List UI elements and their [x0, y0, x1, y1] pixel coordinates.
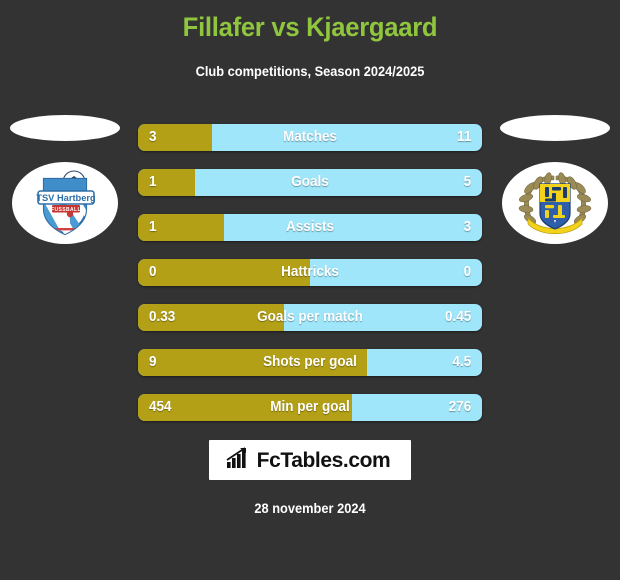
away-value: 0.45 [444, 309, 471, 325]
footer: FcTables.com 28 november 2024 [0, 440, 620, 516]
decorative-ellipse [500, 115, 610, 141]
away-value: 4.5 [452, 354, 471, 370]
stat-label: Goals per match [257, 309, 363, 325]
comparison-body: TSV Hartberg FUSSBALL 3 Matches 11 1 Goa… [0, 112, 620, 432]
svg-text:FUSSBALL: FUSSBALL [51, 207, 81, 213]
laurel-wreath-crest [502, 162, 608, 244]
stats-list: 3 Matches 11 1 Goals 5 1 Assists 3 0 Hat… [138, 124, 482, 439]
home-team-crest-column: TSV Hartberg FUSSBALL [0, 112, 130, 432]
page-title: Fillafer vs Kjaergaard [182, 12, 438, 42]
stat-label: Matches [283, 129, 337, 145]
header: Fillafer vs Kjaergaard Club competitions… [0, 0, 620, 80]
stat-row: 454 Min per goal 276 [138, 394, 482, 421]
svg-text:TSV Hartberg: TSV Hartberg [36, 193, 96, 203]
decorative-ellipse [10, 115, 120, 141]
stat-label: Hattricks [281, 264, 339, 280]
away-team-crest-column [490, 112, 620, 432]
stat-row: 0.33 Goals per match 0.45 [138, 304, 482, 331]
stat-row: 9 Shots per goal 4.5 [138, 349, 482, 376]
tsv-hartberg-crest: TSV Hartberg FUSSBALL [12, 162, 118, 244]
brand-name: FcTables.com [256, 449, 391, 472]
stat-row: 3 Matches 11 [138, 124, 482, 151]
stat-row: 1 Goals 5 [138, 169, 482, 196]
stat-label: Goals [291, 174, 329, 190]
stat-row: 1 Assists 3 [138, 214, 482, 241]
page-subtitle: Club competitions, Season 2024/2025 [195, 64, 425, 79]
stat-label: Shots per goal [263, 354, 357, 370]
away-value: 5 [463, 174, 471, 190]
away-value: 3 [463, 219, 471, 235]
stat-label: Min per goal [270, 399, 350, 415]
away-value: 0 [463, 264, 471, 280]
away-value: 276 [448, 399, 471, 415]
stat-row: 0 Hattricks 0 [138, 259, 482, 286]
bar-chart-icon [226, 447, 251, 474]
away-value: 11 [456, 129, 471, 145]
stat-label: Assists [286, 219, 334, 235]
footer-date: 28 november 2024 [254, 501, 366, 516]
fctables-brand-badge[interactable]: FcTables.com [208, 440, 412, 480]
